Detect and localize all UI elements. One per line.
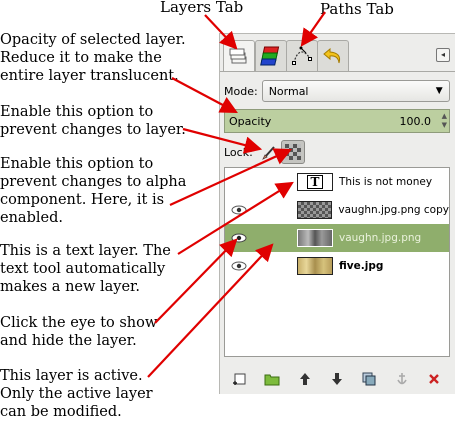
arrow-layers-tab [204, 14, 238, 50]
arrow-paths-tab [300, 11, 326, 47]
arrow-eye [154, 238, 238, 324]
arrow-opacity [171, 77, 238, 114]
arrow-lock-pixels [182, 127, 263, 154]
callout-arrows [147, 11, 326, 378]
